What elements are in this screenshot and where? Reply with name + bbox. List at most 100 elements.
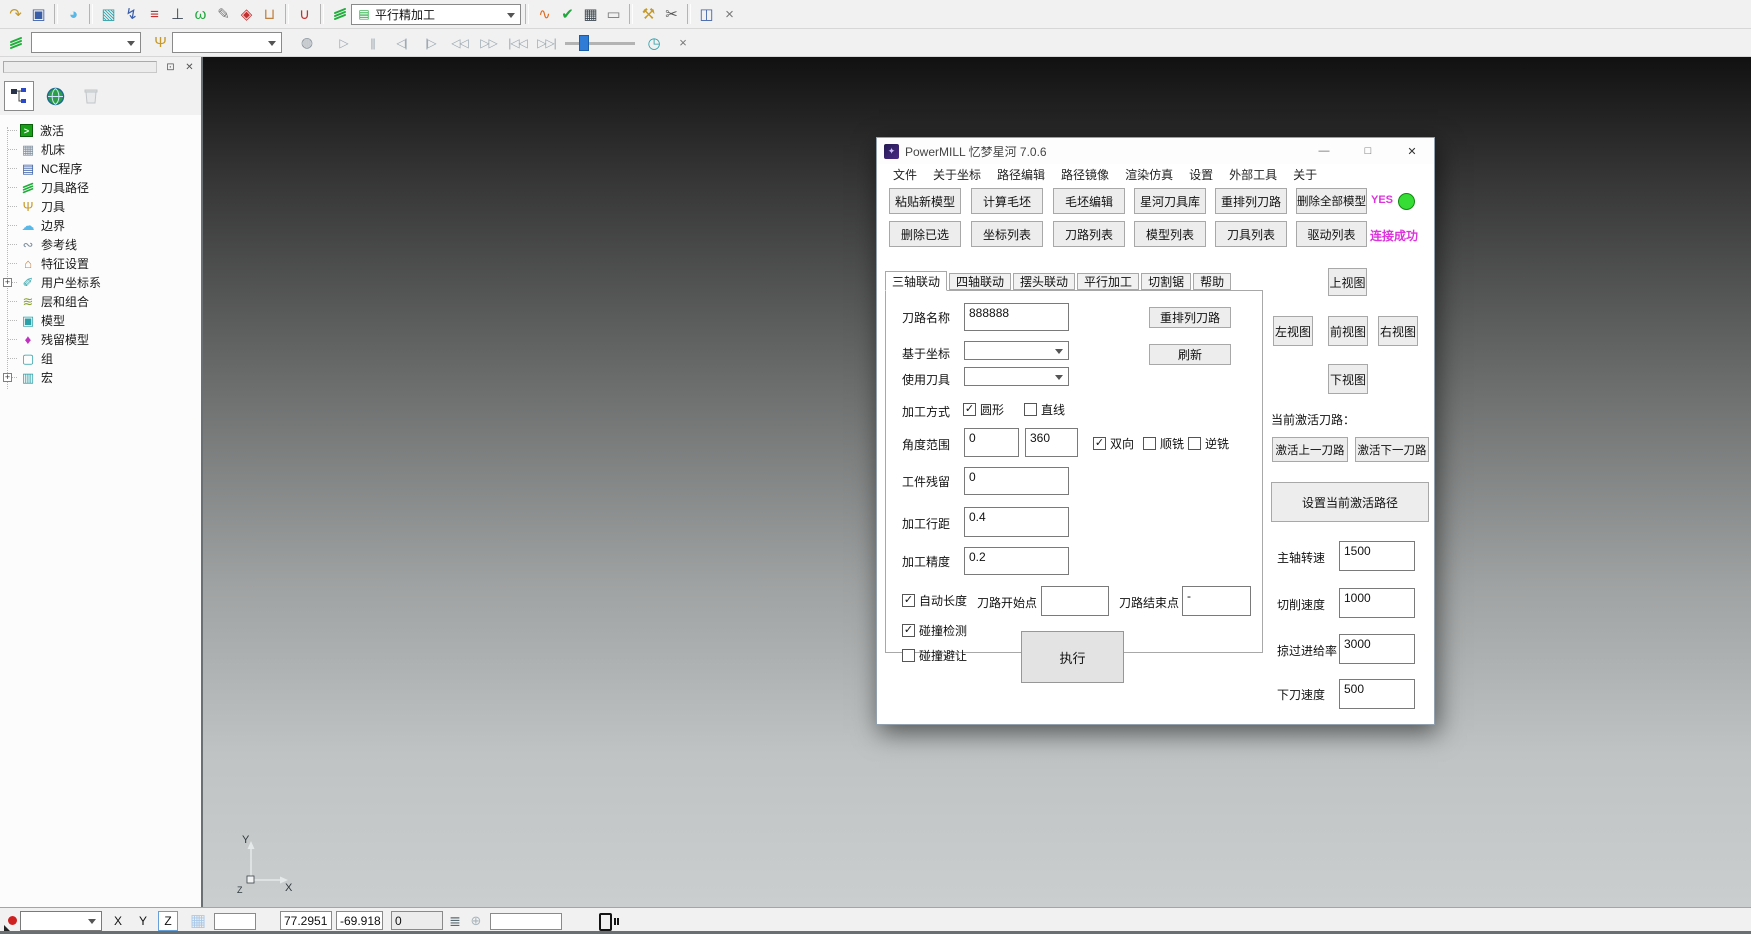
clock-icon[interactable]: ◷	[639, 33, 668, 53]
corner-expand-icon[interactable]	[4, 925, 10, 931]
cursor-y-field[interactable]: -69.918	[336, 911, 383, 930]
dialog-titlebar[interactable]: ✦ PowerMILL 忆梦星河 7.0.6	[877, 138, 1434, 164]
climb-checkbox[interactable]: 顺铣	[1143, 435, 1184, 452]
collision-avoid-checkbox[interactable]: 碰撞避让	[902, 647, 967, 664]
tree-item-stock-model[interactable]: ♦ 残留模型	[0, 330, 201, 349]
cutting-speed-input[interactable]: 1000	[1339, 588, 1415, 618]
bottom-view-button[interactable]: 下视图	[1328, 364, 1368, 394]
cursor-x-field[interactable]: 77.2951	[280, 911, 332, 930]
coordinate-list-button[interactable]: 坐标列表	[971, 221, 1043, 247]
stepover-input[interactable]: 0.4	[964, 507, 1069, 537]
menu-settings[interactable]: 设置	[1181, 166, 1221, 183]
execute-button[interactable]: 执行	[1021, 631, 1124, 683]
tree-item-machine[interactable]: ▦ 机床	[0, 140, 201, 159]
leads-links-icon[interactable]: ω	[189, 3, 212, 26]
open-file-icon[interactable]: ↷	[4, 3, 27, 26]
snap-value-field[interactable]	[214, 913, 256, 930]
activate-prev-toolpath-button[interactable]: 激活上一刀路	[1272, 437, 1348, 462]
measure-field[interactable]	[490, 913, 562, 930]
cursor-z-field[interactable]: 0	[391, 911, 443, 930]
tab-help[interactable]: 帮助	[1193, 273, 1231, 290]
delete-selected-button[interactable]: 删除已选	[889, 221, 961, 247]
play-button[interactable]: ▷	[329, 33, 358, 53]
calculator-icon[interactable]: ▦	[579, 3, 602, 26]
sim-tool-combo[interactable]	[172, 32, 282, 53]
set-active-path-button[interactable]: 设置当前激活路径	[1271, 482, 1429, 522]
menu-path-mirror[interactable]: 路径镜像	[1053, 166, 1117, 183]
skim-feedrate-input[interactable]: 3000	[1339, 634, 1415, 664]
minimize-button[interactable]: —	[1309, 141, 1339, 161]
block-icon[interactable]: ▧	[97, 3, 120, 26]
menu-coordinates[interactable]: 关于坐标	[925, 166, 989, 183]
cut-icon[interactable]: ✂	[660, 3, 683, 26]
pause-button[interactable]: ||	[358, 33, 387, 53]
menu-path-edit[interactable]: 路径编辑	[989, 166, 1053, 183]
explorer-tree-tab[interactable]	[4, 81, 34, 111]
lightbulb-icon[interactable]: ◍	[292, 33, 321, 53]
explorer-globe-tab[interactable]	[40, 81, 70, 111]
block-edit-button[interactable]: 毛坯编辑	[1053, 188, 1125, 214]
grid-snap-icon[interactable]: ▦	[188, 911, 208, 931]
rearrange-toolpaths-button[interactable]: 重排列刀路	[1215, 188, 1287, 214]
expand-icon[interactable]: +	[3, 373, 12, 382]
tolerance-input[interactable]: 0.2	[964, 547, 1069, 575]
menu-external-tools[interactable]: 外部工具	[1221, 166, 1285, 183]
activate-next-toolpath-button[interactable]: 激活下一刀路	[1355, 437, 1429, 462]
go-end-button[interactable]: ▷▷|	[532, 33, 561, 53]
panel-float-button[interactable]: ⊡	[163, 60, 178, 74]
plunge-speed-input[interactable]: 500	[1339, 679, 1415, 709]
collision-check-checkbox[interactable]: ✓ 碰撞检测	[902, 622, 967, 639]
active-strategy-combo[interactable]: ▤ 平行精加工	[351, 4, 521, 25]
points-icon[interactable]: ◈	[235, 3, 258, 26]
ruler-icon[interactable]: ▭	[602, 3, 625, 26]
based-coordinate-combo[interactable]	[964, 341, 1069, 360]
tree-item-toolpaths[interactable]: 刀具路径	[0, 178, 201, 197]
angle-to-input[interactable]: 360	[1025, 428, 1078, 457]
end-point-input[interactable]: -	[1182, 586, 1251, 616]
tree-item-nc-program[interactable]: ▤ NC程序	[0, 159, 201, 178]
circular-checkbox[interactable]: ✓ 圆形	[963, 401, 1004, 418]
shaded-view-icon[interactable]: ◕	[62, 3, 85, 26]
search-forward-button[interactable]: ▷▷	[474, 33, 503, 53]
axis-z-button[interactable]: Z	[158, 911, 178, 931]
left-view-button[interactable]: 左视图	[1273, 316, 1313, 346]
compare-models-icon[interactable]: ◫	[695, 3, 718, 26]
conventional-checkbox[interactable]: 逆铣	[1188, 435, 1229, 452]
spindle-speed-input[interactable]: 1500	[1339, 541, 1415, 571]
sim-speed-slider[interactable]	[565, 33, 635, 53]
tool-list-button[interactable]: 刀具列表	[1215, 221, 1287, 247]
tab-swivel-head[interactable]: 摆头联动	[1013, 273, 1075, 290]
context-combo[interactable]	[20, 911, 102, 931]
tree-item-model[interactable]: ▣ 模型	[0, 311, 201, 330]
sim-toolbar-close-icon[interactable]: ×	[668, 33, 697, 53]
menu-file[interactable]: 文件	[885, 166, 925, 183]
toolbar-close-icon[interactable]: ×	[718, 3, 741, 26]
tab-cutting-saw[interactable]: 切割锯	[1141, 273, 1191, 290]
sim-toolpath-combo[interactable]	[31, 32, 141, 53]
angle-from-input[interactable]: 0	[964, 428, 1019, 457]
calc-block-button[interactable]: 计算毛坯	[971, 188, 1043, 214]
step-forward-button[interactable]: |▷	[416, 33, 445, 53]
tree-item-layers[interactable]: ≋ 层和组合	[0, 292, 201, 311]
axis-y-button[interactable]: Y	[133, 911, 153, 931]
menu-about[interactable]: 关于	[1285, 166, 1325, 183]
maximize-button[interactable]: □	[1353, 141, 1383, 161]
search-back-button[interactable]: ◁◁	[445, 33, 474, 53]
tool-library-button[interactable]: 星河刀具库	[1134, 188, 1206, 214]
offset-toolpath-icon[interactable]: ∿	[533, 3, 556, 26]
refresh-button[interactable]: 刷新	[1149, 344, 1231, 365]
model-list-button[interactable]: 模型列表	[1134, 221, 1206, 247]
tree-item-group[interactable]: ▢ 组	[0, 349, 201, 368]
toolpath-spiral-icon[interactable]	[328, 3, 351, 26]
toolpath-list-button[interactable]: 刀路列表	[1053, 221, 1125, 247]
slider-handle[interactable]	[579, 35, 589, 51]
locate-icon[interactable]: ⊕	[468, 913, 484, 929]
tool-holder-icon[interactable]: ⊔	[258, 3, 281, 26]
rearrange-button[interactable]: 重排列刀路	[1149, 307, 1231, 328]
step-back-button[interactable]: ◁|	[387, 33, 416, 53]
stock-remain-input[interactable]: 0	[964, 467, 1069, 495]
tab-3axis[interactable]: 三轴联动	[885, 271, 947, 291]
curve-editor-icon[interactable]: ✎	[212, 3, 235, 26]
tree-item-reference-line[interactable]: ∾ 参考线	[0, 235, 201, 254]
tree-item-activate[interactable]: > 激活	[0, 121, 201, 140]
